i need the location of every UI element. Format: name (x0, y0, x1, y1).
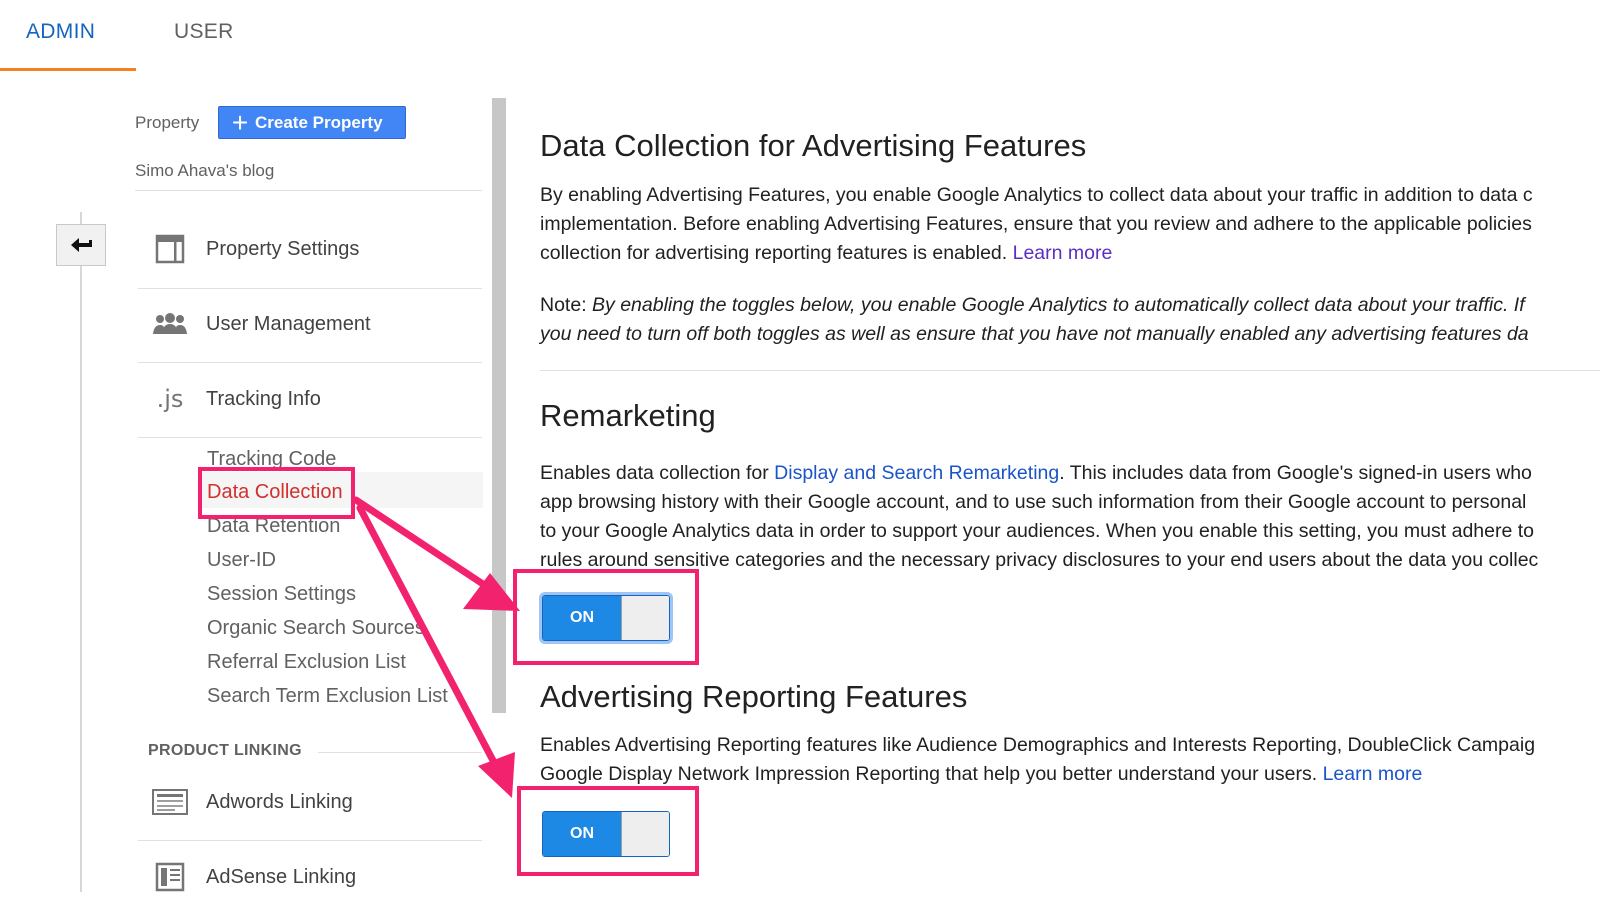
adwords-icon (150, 784, 190, 820)
learn-more-link[interactable]: Learn more (1323, 763, 1423, 785)
divider (138, 288, 482, 289)
subitem-organic-search-sources[interactable]: Organic Search Sources (207, 617, 425, 640)
page-title: Data Collection for Advertising Features (540, 128, 1087, 163)
text-line: you need to turn off both toggles as wel… (540, 320, 1600, 349)
text-line: Enables Advertising Reporting features l… (540, 734, 1536, 756)
sidebar-item-label: Tracking Info (206, 387, 321, 410)
divider (138, 437, 482, 438)
create-property-button[interactable]: + Create Property (218, 106, 406, 139)
note-text: you need to turn off both toggles as wel… (540, 323, 1529, 345)
subitem-search-term-exclusion-list[interactable]: Search Term Exclusion List (207, 685, 448, 708)
text-line: Enables data collection for Display and … (540, 459, 1600, 488)
sidebar-item-label: User Management (206, 312, 371, 335)
text-line: rules around sensitive categories and th… (540, 549, 1539, 571)
divider (138, 362, 482, 363)
highlight-box-advertising-toggle (517, 786, 699, 876)
section-divider (540, 370, 1600, 371)
intro-paragraph: By enabling Advertising Features, you en… (540, 181, 1600, 268)
text-line: implementation. Before enabling Advertis… (540, 213, 1532, 235)
product-linking-heading: PRODUCT LINKING (148, 742, 302, 759)
arrow-head-icon (478, 752, 515, 798)
annotation-arrow (352, 496, 502, 598)
text-line: Google Display Network Impression Report… (540, 760, 1600, 789)
subitem-session-settings[interactable]: Session Settings (207, 583, 356, 606)
tab-admin[interactable]: ADMIN (26, 20, 95, 44)
text-line: By enabling Advertising Features, you en… (540, 184, 1533, 206)
property-label: Property (135, 113, 200, 132)
divider (318, 752, 482, 753)
users-icon (150, 306, 190, 342)
back-arrow-icon (71, 238, 92, 252)
highlight-box-remarketing-toggle (513, 569, 699, 665)
plus-icon: + (231, 106, 249, 138)
remarketing-description: Enables data collection for Display and … (540, 459, 1600, 575)
highlight-box-data-collection (198, 467, 355, 519)
remarketing-link[interactable]: Display and Search Remarketing (774, 462, 1059, 484)
property-settings-icon (150, 231, 190, 267)
learn-more-link[interactable]: Learn more (1013, 242, 1113, 264)
sidebar-item-property-settings[interactable]: Property Settings (150, 222, 482, 276)
back-button[interactable] (56, 224, 106, 266)
note-text: By enabling the toggles below, you enabl… (592, 294, 1525, 316)
active-tab-indicator (0, 68, 136, 71)
sidebar-item-label: Property Settings (206, 237, 360, 260)
divider (138, 840, 482, 841)
note-label: Note: (540, 294, 587, 316)
advertising-reporting-heading: Advertising Reporting Features (540, 679, 968, 714)
remarketing-heading: Remarketing (540, 398, 716, 433)
advertising-reporting-description: Enables Advertising Reporting features l… (540, 731, 1600, 789)
sidebar-item-adsense-linking[interactable]: AdSense Linking (150, 850, 482, 904)
text: collection for advertising reporting fea… (540, 242, 1008, 264)
property-selector[interactable]: Simo Ahava's blog (135, 161, 274, 181)
text: . This includes data from Google's signe… (1059, 462, 1532, 484)
sidebar-scrollbar[interactable] (492, 98, 506, 713)
text: Enables data collection for (540, 462, 769, 484)
text-line: app browsing history with their Google a… (540, 491, 1527, 513)
divider (135, 190, 482, 191)
tab-user[interactable]: USER (174, 20, 234, 44)
sidebar-item-label: Adwords Linking (206, 790, 353, 813)
js-icon: .js (156, 385, 184, 413)
subitem-user-id[interactable]: User-ID (207, 549, 276, 572)
sidebar-item-adwords-linking[interactable]: Adwords Linking (150, 775, 482, 829)
text: Google Display Network Impression Report… (540, 763, 1318, 785)
rail-divider (80, 212, 82, 892)
text-line: collection for advertising reporting fea… (540, 239, 1600, 268)
text-line: Note: By enabling the toggles below, you… (540, 291, 1600, 320)
create-property-label: Create Property (255, 112, 383, 132)
subitem-referral-exclusion-list[interactable]: Referral Exclusion List (207, 651, 406, 674)
note-paragraph: Note: By enabling the toggles below, you… (540, 291, 1600, 349)
sidebar-item-label: AdSense Linking (206, 865, 357, 888)
sidebar-item-tracking-info[interactable]: .js Tracking Info (150, 372, 482, 426)
text-line: to your Google Analytics data in order t… (540, 520, 1535, 542)
adsense-icon (150, 859, 190, 895)
sidebar-item-user-management[interactable]: User Management (150, 297, 482, 351)
